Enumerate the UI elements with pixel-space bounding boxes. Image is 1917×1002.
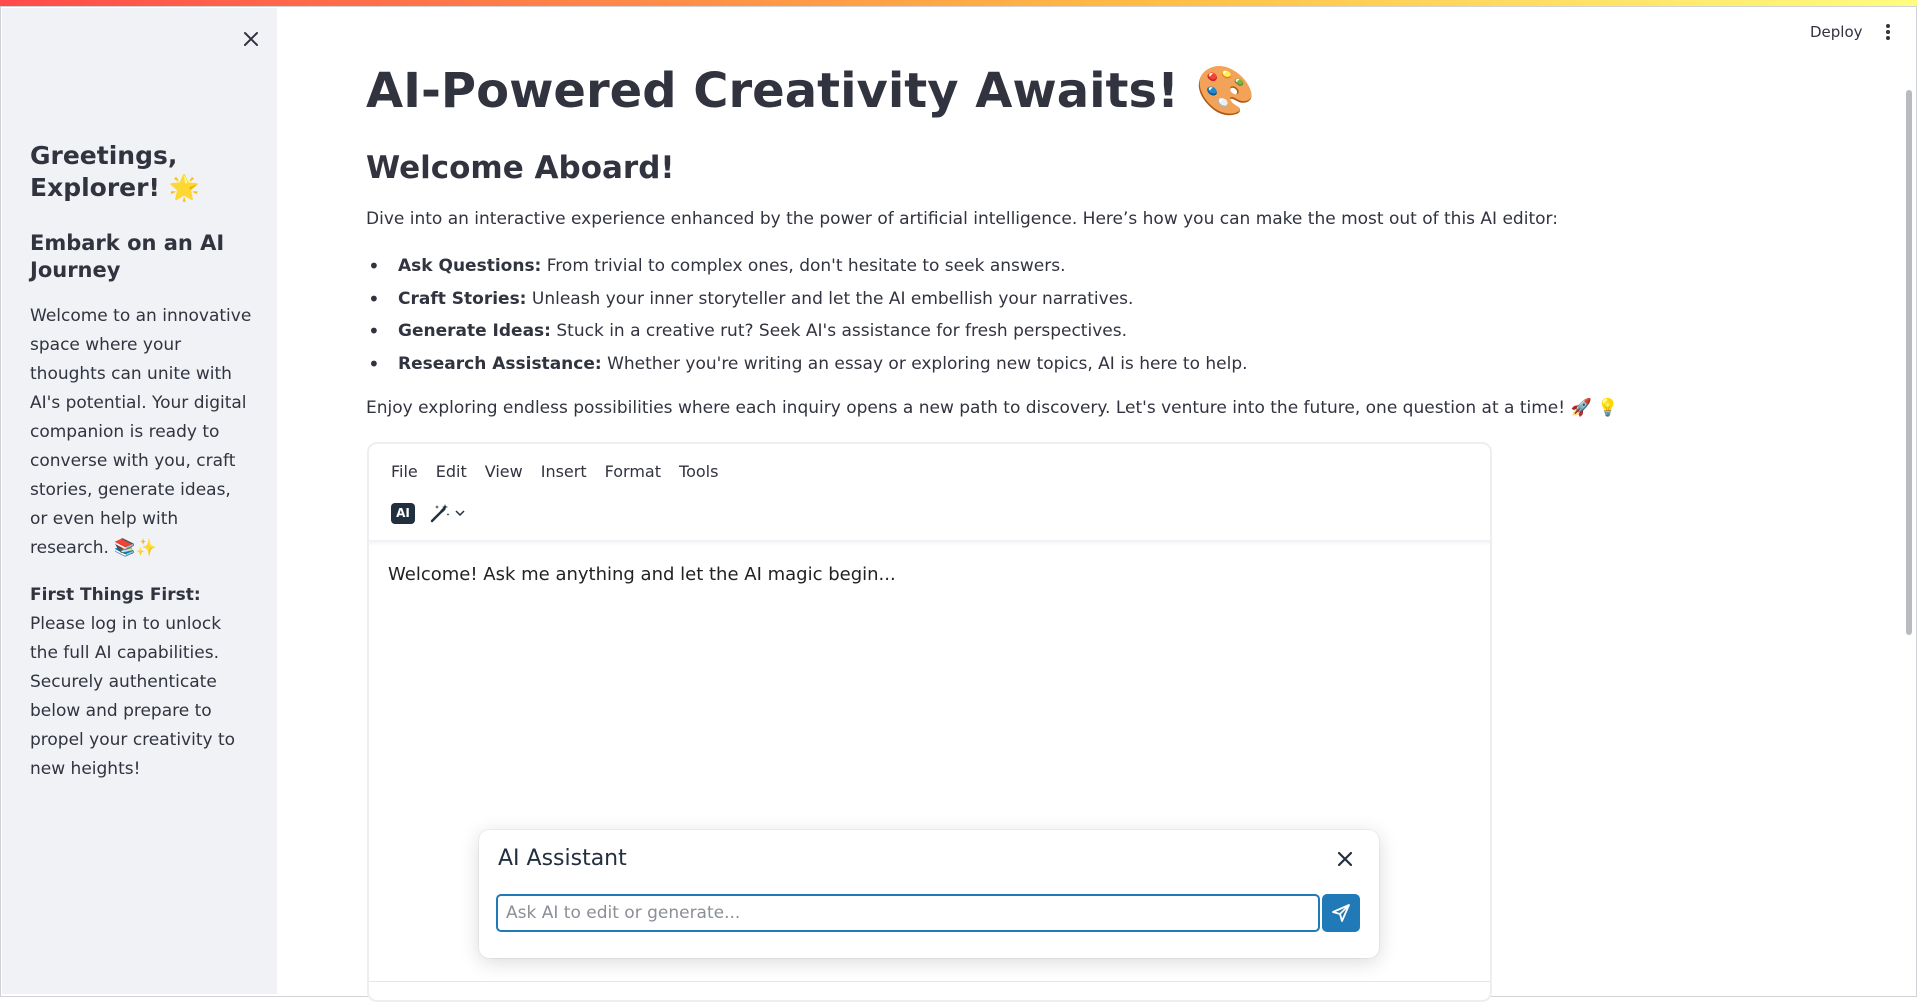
more-vertical-icon <box>1886 24 1890 40</box>
sidebar-greeting: Greetings, Explorer! 🌟 <box>30 141 200 202</box>
menu-format[interactable]: Format <box>605 460 670 484</box>
close-icon <box>244 32 258 46</box>
first-things-label: First Things First: <box>30 585 201 605</box>
feature-text: Unleash your inner storyteller and let t… <box>526 288 1134 309</box>
feature-label: Craft Stories: <box>398 288 527 309</box>
feature-label: Research Assistance: <box>398 353 602 374</box>
sidebar-journey-title: Embark on an AI Journey <box>30 231 225 282</box>
close-icon <box>1337 851 1353 867</box>
first-things-text: Please log in to unlock the full AI capa… <box>30 614 236 779</box>
toolbar-divider <box>369 540 1490 546</box>
feature-text: From trivial to complex ones, don't hesi… <box>541 256 1066 276</box>
main-menu-button[interactable] <box>1874 18 1902 46</box>
deploy-button[interactable]: Deploy <box>1798 16 1875 48</box>
sidebar-welcome-text: Welcome to an innovative space where you… <box>30 306 252 558</box>
menu-edit[interactable]: Edit <box>436 460 476 484</box>
feature-label: Ask Questions: <box>398 256 542 276</box>
ai-assistant-close-button[interactable] <box>1330 844 1360 874</box>
list-item: Ask Questions: From trivial to complex o… <box>366 250 1248 283</box>
chevron-down-icon <box>455 510 465 517</box>
menu-file[interactable]: File <box>391 460 427 484</box>
page-scrollbar[interactable] <box>1906 90 1912 635</box>
send-icon <box>1332 904 1350 922</box>
feature-list: Ask Questions: From trivial to complex o… <box>366 250 1248 380</box>
menu-view[interactable]: View <box>485 460 532 484</box>
intro-text: Dive into an interactive experience enha… <box>366 209 1558 229</box>
send-button[interactable] <box>1322 894 1360 932</box>
sidebar-first-things: First Things First: Please log in to unl… <box>30 581 252 784</box>
ai-shortcuts-dropdown[interactable] <box>429 502 465 524</box>
feature-text: Stuck in a creative rut? Seek AI's assis… <box>550 321 1127 341</box>
list-item: Craft Stories: Unleash your inner storyt… <box>366 283 1248 316</box>
ai-assistant-title: AI Assistant <box>498 846 627 871</box>
editor-toolbar: AI <box>391 502 465 524</box>
ai-prompt-input[interactable] <box>496 894 1320 932</box>
sidebar-content: Greetings, Explorer! 🌟 Embark on an AI J… <box>30 140 252 802</box>
sidebar: Greetings, Explorer! 🌟 Embark on an AI J… <box>2 8 277 994</box>
page-subtitle: Welcome Aboard! <box>366 150 675 186</box>
outro-text: Enjoy exploring endless possibilities wh… <box>366 398 1619 418</box>
ai-assistant-dialog: AI Assistant <box>479 830 1379 958</box>
feature-label: Generate Ideas: <box>398 321 551 341</box>
list-item: Generate Ideas: Stuck in a creative rut?… <box>366 315 1248 348</box>
feature-text: Whether you're writing an essay or explo… <box>601 353 1248 374</box>
editor-content[interactable]: Welcome! Ask me anything and let the AI … <box>388 562 896 588</box>
list-item: Research Assistance: Whether you're writ… <box>366 348 1248 381</box>
magic-wand-icon <box>430 504 450 523</box>
editor-statusbar <box>369 981 1490 1000</box>
menu-tools[interactable]: Tools <box>679 460 727 484</box>
ai-assistant-button[interactable]: AI <box>391 502 415 524</box>
menu-insert[interactable]: Insert <box>541 460 596 484</box>
page-title: AI-Powered Creativity Awaits! 🎨 <box>366 63 1256 119</box>
editor-menubar: File Edit View Insert Format Tools <box>391 460 736 484</box>
sidebar-close-button[interactable] <box>236 24 266 54</box>
